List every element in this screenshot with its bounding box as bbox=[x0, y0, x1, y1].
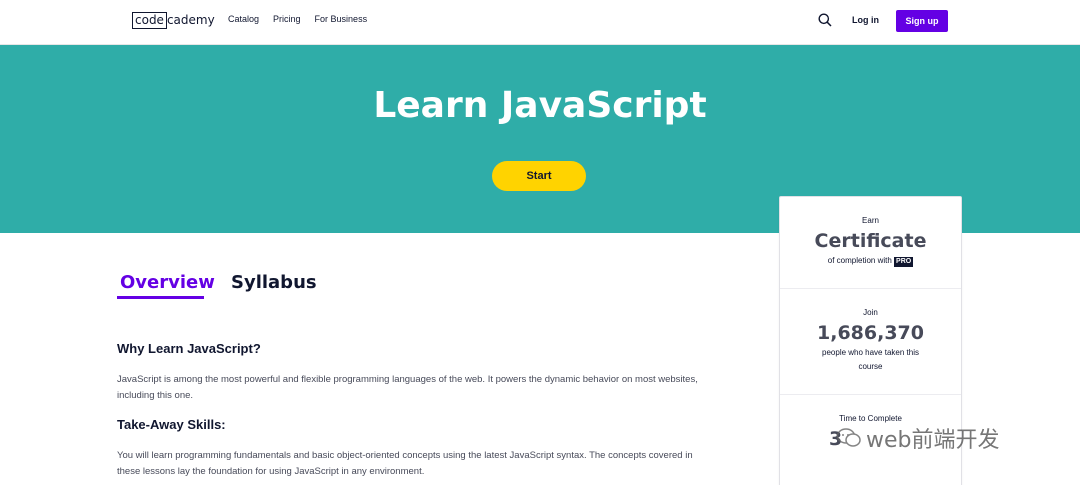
learners-count: 1,686,370 bbox=[817, 322, 924, 344]
nav-catalog[interactable]: Catalog bbox=[228, 14, 259, 24]
codecademy-logo[interactable]: code cademy bbox=[132, 11, 215, 29]
skills-paragraph: You will learn programming fundamentals … bbox=[117, 450, 693, 477]
wechat-icon bbox=[836, 428, 861, 447]
top-navigation-bar: code cademy Catalog Pricing For Business… bbox=[0, 0, 1080, 45]
learners-section: Join 1,686,370 people who have taken thi… bbox=[780, 306, 961, 374]
certificate-sub: of completion with PRO bbox=[780, 254, 961, 268]
join-label: Join bbox=[863, 308, 878, 317]
tab-overview[interactable]: Overview bbox=[120, 272, 215, 293]
certificate-sub-text: of completion with bbox=[827, 256, 892, 265]
earn-label: Earn bbox=[862, 216, 879, 225]
course-title: Learn JavaScript bbox=[373, 85, 707, 126]
tab-syllabus[interactable]: Syllabus bbox=[231, 272, 317, 293]
certificate-value: Certificate bbox=[814, 230, 927, 252]
logo-box: code bbox=[132, 11, 167, 29]
skills-heading: Take-Away Skills: bbox=[117, 417, 226, 432]
learners-sub-line2: course bbox=[858, 362, 883, 371]
certificate-section: Earn Certificate of completion with PRO bbox=[780, 214, 961, 268]
card-divider bbox=[780, 288, 961, 289]
learners-sub-line1: people who have taken this bbox=[822, 348, 919, 357]
why-paragraph: JavaScript is among the most powerful an… bbox=[117, 374, 698, 401]
card-divider bbox=[780, 394, 961, 395]
logo-text: cademy bbox=[166, 13, 215, 27]
pro-badge: PRO bbox=[894, 257, 914, 267]
nav-for-business[interactable]: For Business bbox=[315, 14, 368, 24]
why-heading: Why Learn JavaScript? bbox=[117, 341, 261, 356]
login-link[interactable]: Log in bbox=[852, 15, 879, 25]
start-button[interactable]: Start bbox=[492, 161, 586, 191]
active-tab-indicator bbox=[117, 296, 204, 299]
watermark-text: web前端开发 bbox=[866, 428, 1000, 453]
watermark: web前端开发 bbox=[836, 422, 1000, 454]
nav-pricing[interactable]: Pricing bbox=[273, 14, 301, 24]
search-icon[interactable] bbox=[818, 13, 832, 27]
main-nav: Catalog Pricing For Business bbox=[228, 14, 367, 24]
signup-button[interactable]: Sign up bbox=[896, 10, 948, 32]
